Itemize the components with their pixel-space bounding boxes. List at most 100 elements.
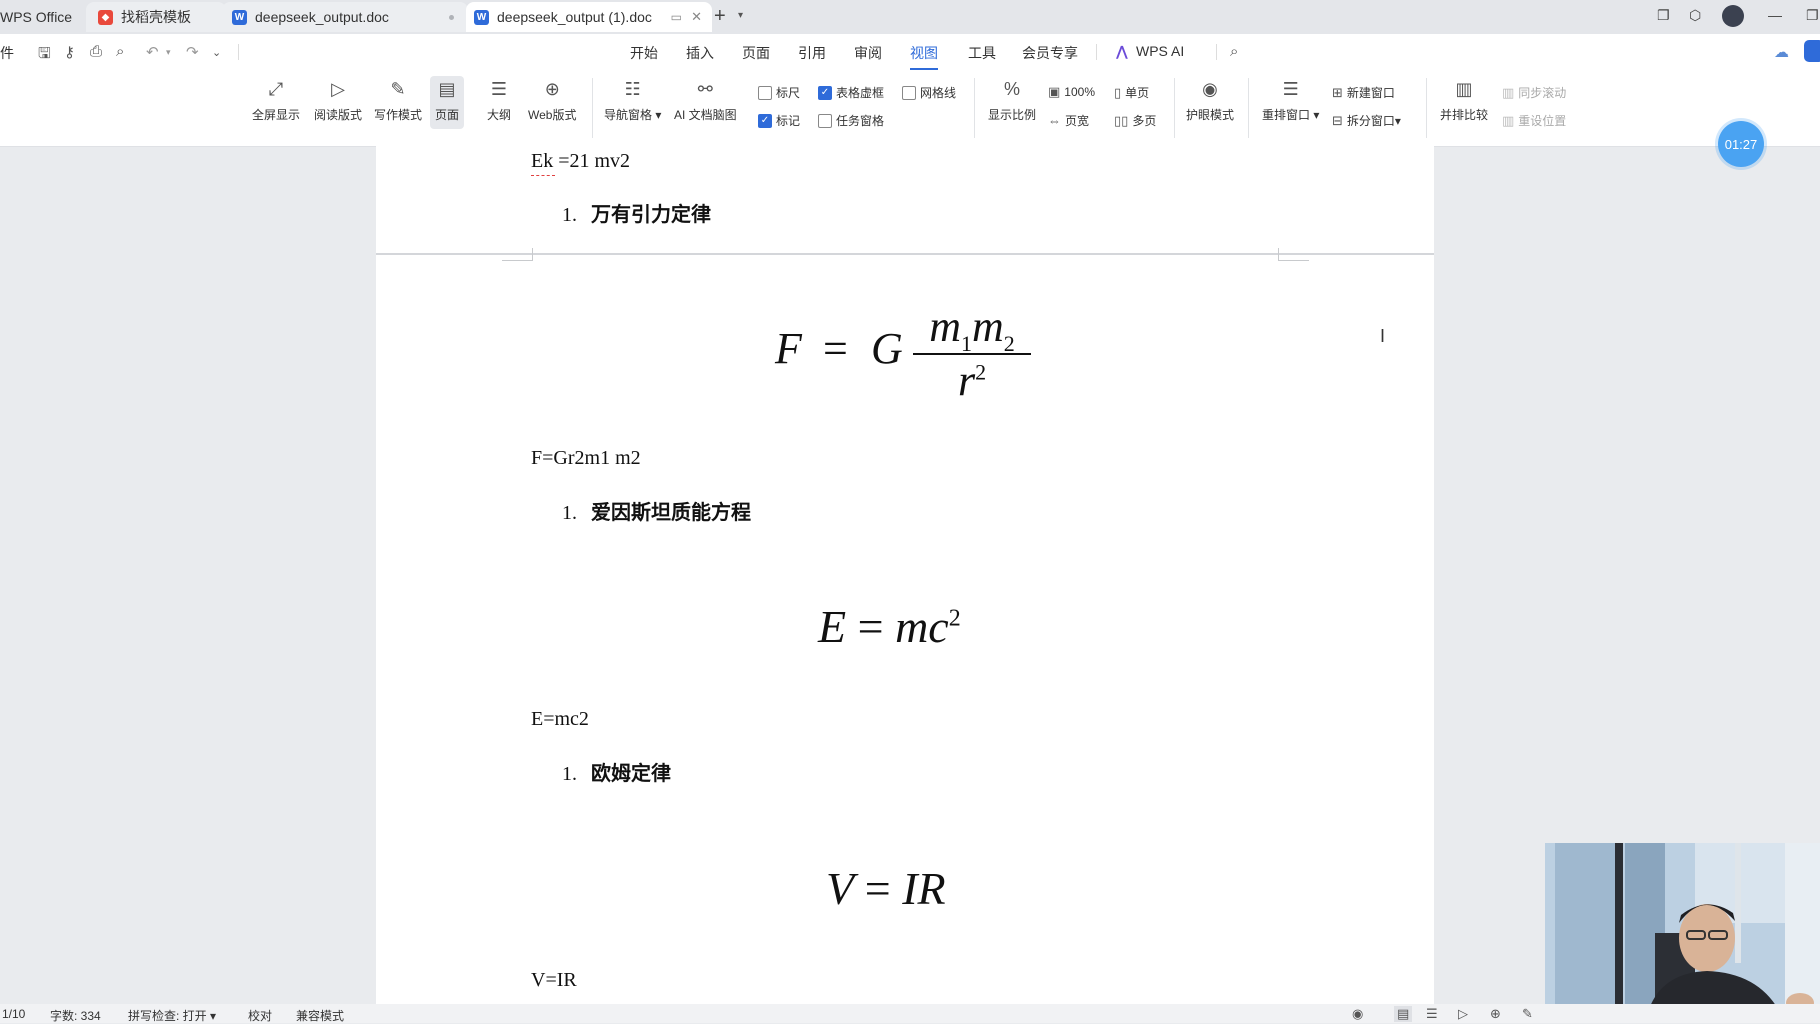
ai-mindmap-button[interactable]: ⚯ AI 文档脑图 bbox=[674, 76, 737, 123]
unsaved-dot-icon bbox=[449, 15, 454, 20]
page-width-button[interactable]: ⇔ 页宽 bbox=[1048, 112, 1089, 129]
checkbox-icon bbox=[818, 113, 832, 128]
list-number: 1. bbox=[562, 204, 577, 226]
menu-review[interactable]: 审阅 bbox=[854, 43, 882, 63]
nav-pane-button[interactable]: ☷ 导航窗格 ▾ bbox=[604, 76, 661, 123]
print-icon[interactable]: ⎙ bbox=[90, 43, 102, 60]
menu-member[interactable]: 会员专享 bbox=[1022, 43, 1078, 63]
menu-wps-ai[interactable]: WPS AI bbox=[1136, 43, 1184, 59]
chevron-down-icon[interactable]: ▾ bbox=[166, 47, 171, 58]
pen-icon[interactable]: ✎ bbox=[1522, 1006, 1533, 1022]
multi-page-icon: ▯▯ bbox=[1114, 112, 1129, 128]
side-by-side-button[interactable]: ▥ 并排比较 bbox=[1440, 76, 1488, 123]
cloud-upload-icon[interactable]: ☁ bbox=[1774, 43, 1789, 61]
table-gridlines-checkbox[interactable]: ✓ 表格虚框 bbox=[818, 84, 884, 101]
gravitation-plain-text: F=Gr2m1 m2 bbox=[531, 447, 641, 469]
fullscreen-label: 全屏显示 bbox=[252, 108, 301, 122]
word-doc-icon: W bbox=[232, 9, 247, 25]
page-indicator[interactable]: 1/10 bbox=[2, 1007, 25, 1021]
mindmap-icon: ⚯ bbox=[697, 78, 713, 99]
outline-button[interactable]: ☰ 大纲 bbox=[486, 76, 512, 123]
minimize-icon[interactable]: — bbox=[1768, 7, 1782, 23]
zoom-button[interactable]: % 显示比例 bbox=[988, 76, 1036, 123]
share-icon[interactable] bbox=[1804, 40, 1820, 62]
multi-page-label: 多页 bbox=[1132, 114, 1157, 128]
menu-page[interactable]: 页面 bbox=[742, 43, 770, 63]
marks-checkbox[interactable]: ✓ 标记 bbox=[758, 112, 800, 129]
recording-timer[interactable]: 01:27 bbox=[1718, 121, 1764, 167]
writing-mode-button[interactable]: ✎ 写作模式 bbox=[374, 76, 422, 123]
web-layout-button[interactable]: ⊕ Web版式 bbox=[528, 76, 576, 123]
single-page-label: 单页 bbox=[1125, 86, 1150, 100]
one-to-one-icon: ▣ bbox=[1048, 84, 1061, 99]
chevron-down-icon[interactable]: ⌄ bbox=[212, 46, 221, 59]
new-window-button[interactable]: ⊞ 新建窗口 bbox=[1332, 84, 1395, 101]
single-page-button[interactable]: ▯ 单页 bbox=[1114, 84, 1149, 101]
task-pane-checkbox[interactable]: 任务窗格 bbox=[818, 112, 884, 129]
page-view-icon[interactable]: ▤ bbox=[1394, 1006, 1413, 1022]
search-icon[interactable]: ⌕ bbox=[1230, 43, 1238, 60]
tab-deepseek-output-1[interactable]: W deepseek_output (1).doc ▭ ✕ bbox=[466, 2, 712, 32]
play-icon[interactable]: ▷ bbox=[1458, 1006, 1468, 1022]
menu-tools[interactable]: 工具 bbox=[968, 43, 996, 63]
tab-docer-templates[interactable]: ◆ 找稻壳模板 bbox=[86, 2, 226, 32]
eye-icon[interactable]: ◉ bbox=[1352, 1006, 1363, 1022]
multi-page-button[interactable]: ▯▯ 多页 bbox=[1114, 112, 1156, 129]
list-icon: ☷ bbox=[624, 78, 641, 99]
ai-mindmap-label: AI 文档脑图 bbox=[674, 108, 737, 122]
tab-wps-office[interactable]: WPS Office bbox=[0, 2, 78, 32]
new-window-label: 新建窗口 bbox=[1346, 86, 1395, 100]
spell-check-toggle[interactable]: 拼写检查: 打开 ▾ bbox=[128, 1007, 216, 1024]
menu-insert[interactable]: 插入 bbox=[686, 43, 714, 63]
menu-reference[interactable]: 引用 bbox=[798, 43, 826, 63]
window-pin-icon[interactable]: ▭ bbox=[671, 10, 682, 24]
ruler-checkbox[interactable]: 标尺 bbox=[758, 84, 800, 101]
stack-icon: ☰ bbox=[1282, 78, 1299, 99]
close-tab-icon[interactable]: ✕ bbox=[691, 9, 702, 25]
menu-view[interactable]: 视图 bbox=[910, 43, 938, 70]
print-preview-icon[interactable]: ⌕ bbox=[116, 43, 124, 60]
proofread-button[interactable]: 校对 bbox=[248, 1007, 272, 1024]
page-break bbox=[376, 253, 1434, 255]
reading-layout-button[interactable]: ▷ 阅读版式 bbox=[314, 76, 362, 123]
divider bbox=[592, 78, 593, 138]
globe-icon[interactable]: ⊕ bbox=[1490, 1006, 1501, 1022]
table-gridlines-label: 表格虚框 bbox=[836, 86, 885, 100]
heading-text: 爱因斯坦质能方程 bbox=[591, 500, 751, 524]
cube-icon[interactable]: ⬡ bbox=[1689, 7, 1701, 24]
restore-layout-icon[interactable]: ❐ bbox=[1657, 7, 1670, 24]
checkbox-icon bbox=[758, 85, 772, 100]
split-window-button[interactable]: ⊟ 拆分窗口 ▾ bbox=[1332, 112, 1401, 129]
redo-icon[interactable]: ↷ bbox=[186, 43, 199, 61]
avatar[interactable] bbox=[1722, 5, 1744, 27]
rearrange-window-button[interactable]: ☰ 重排窗口 ▾ bbox=[1262, 76, 1319, 123]
split-window-icon: ⊟ bbox=[1332, 112, 1343, 128]
expand-icon: ⤢ bbox=[268, 78, 284, 99]
tab-deepseek-output[interactable]: W deepseek_output.doc bbox=[222, 2, 468, 32]
fullscreen-button[interactable]: ⤢ 全屏显示 bbox=[252, 76, 300, 123]
new-tab-icon[interactable]: + bbox=[714, 5, 726, 28]
heading-text: 万有引力定律 bbox=[591, 202, 711, 226]
outline-view-icon[interactable]: ☰ bbox=[1426, 1006, 1438, 1022]
heading-ohms-law: 1. 欧姆定律 bbox=[562, 757, 671, 786]
gridlines-checkbox[interactable]: 网格线 bbox=[902, 84, 956, 101]
nav-pane-label: 导航窗格 bbox=[604, 108, 653, 122]
divider bbox=[238, 44, 239, 60]
key-icon[interactable]: ⚷ bbox=[64, 43, 75, 61]
maximize-icon[interactable]: ❐ bbox=[1806, 7, 1819, 24]
pen-icon: ✎ bbox=[390, 78, 406, 99]
save-icon[interactable]: 🖫 bbox=[38, 43, 51, 68]
chevron-down-icon[interactable]: ▾ bbox=[738, 10, 743, 21]
sync-scroll-button[interactable]: ▥ 同步滚动 bbox=[1502, 84, 1566, 101]
reset-icon: ▥ bbox=[1502, 112, 1515, 128]
zoom-100-button[interactable]: ▣ 100% bbox=[1048, 84, 1095, 100]
word-count[interactable]: 字数: 334 bbox=[50, 1007, 101, 1024]
tab-bar: WPS Office ◆ 找稻壳模板 W deepseek_output.doc… bbox=[0, 0, 1820, 34]
web-label: Web版式 bbox=[528, 108, 577, 122]
menu-start[interactable]: 开始 bbox=[630, 43, 658, 63]
undo-icon[interactable]: ↶ bbox=[146, 43, 159, 61]
page-view-button[interactable]: ▤ 页面 bbox=[430, 76, 464, 129]
file-menu[interactable]: 件 bbox=[0, 43, 14, 63]
eye-care-button[interactable]: ◉ 护眼模式 bbox=[1186, 76, 1234, 123]
reset-position-button[interactable]: ▥ 重设位置 bbox=[1502, 112, 1566, 129]
